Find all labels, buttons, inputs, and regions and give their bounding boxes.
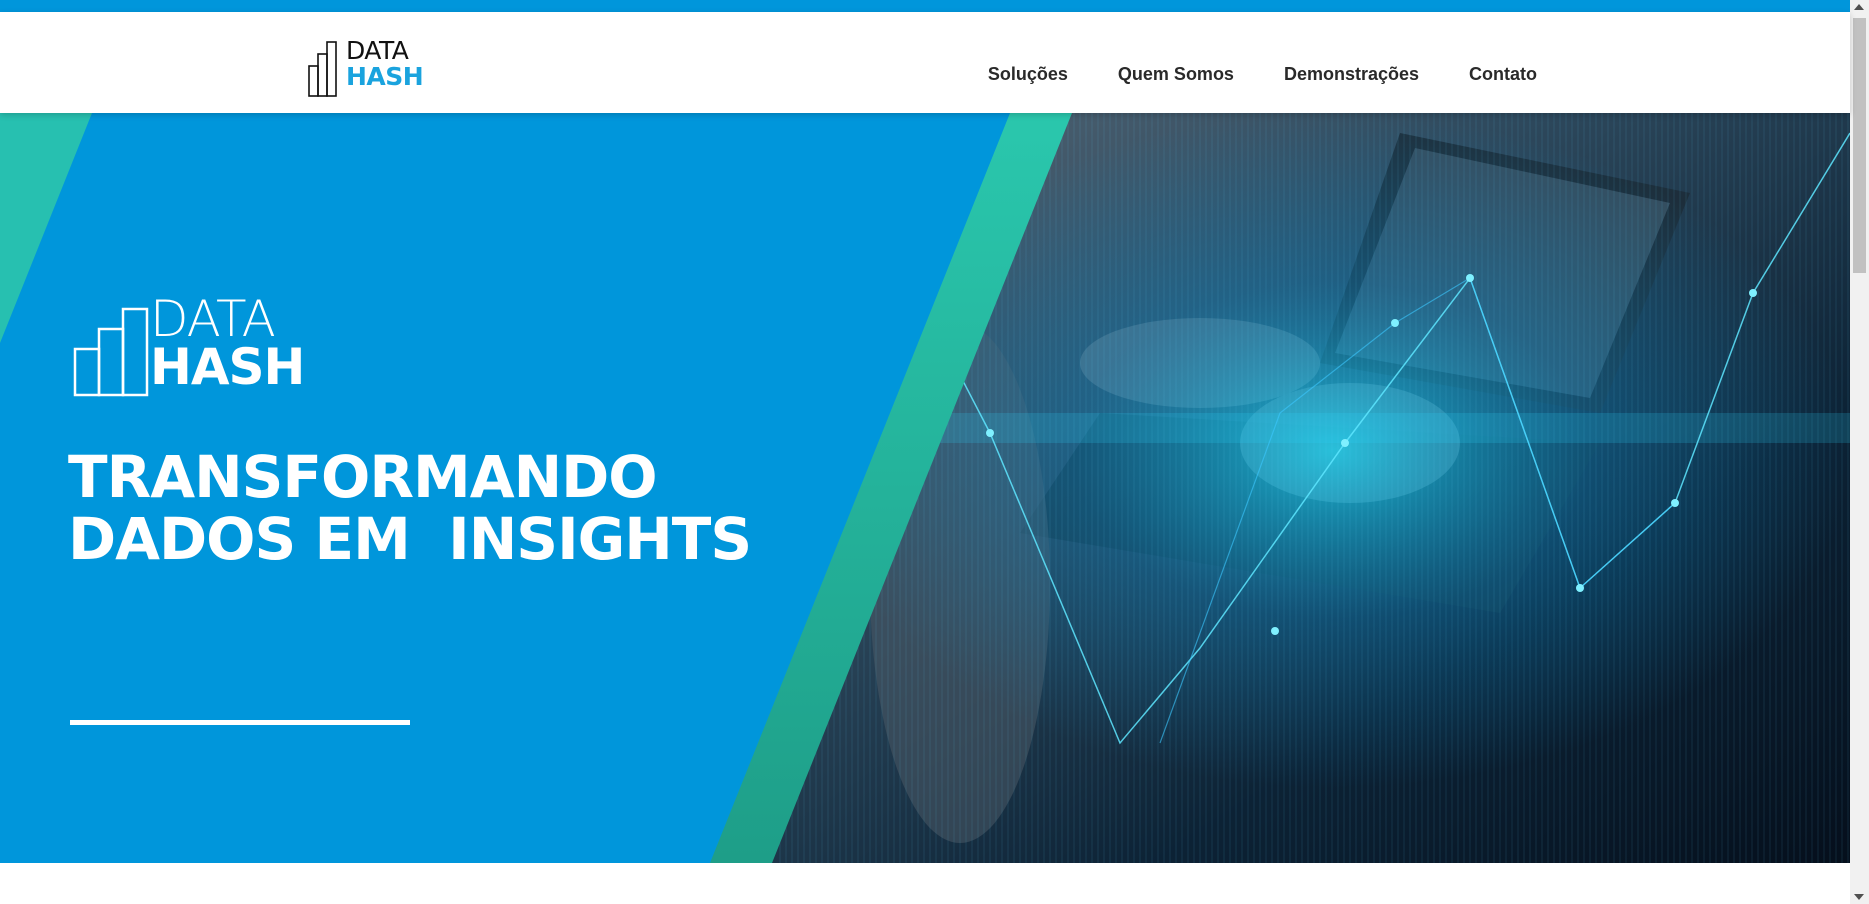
nav-link-demonstracoes[interactable]: Demonstrações [1284, 64, 1419, 85]
bar-chart-logo-icon-white [73, 307, 149, 397]
headline-underline [70, 720, 410, 725]
hero-banner: DATA HASH TRANSFORMANDO DADOS EM INSIGHT… [0, 113, 1850, 863]
scroll-up-arrow-icon[interactable] [1854, 4, 1864, 10]
logo-word-hash: HASH [346, 62, 424, 91]
headline-line-2: DADOS EM INSIGHTS [68, 505, 752, 573]
headline-line-1: TRANSFORMANDO [68, 443, 658, 511]
page-scrollbar[interactable] [1850, 0, 1869, 904]
hero-logo: DATA HASH [72, 291, 312, 399]
scroll-thumb[interactable] [1853, 18, 1866, 273]
site-header: DATA HASH Soluções Quem Somos Demonstraç… [0, 12, 1850, 113]
nav-link-quem-somos[interactable]: Quem Somos [1118, 64, 1234, 85]
nav-link-contato[interactable]: Contato [1469, 64, 1537, 85]
header-logo[interactable]: DATA HASH [308, 36, 426, 98]
main-nav: Soluções Quem Somos Demonstrações Contat… [938, 64, 1537, 85]
scroll-down-arrow-icon[interactable] [1854, 894, 1864, 900]
hero-headline: TRANSFORMANDO DADOS EM INSIGHTS [68, 443, 752, 573]
hero-logo-word-hash: HASH [150, 338, 305, 396]
nav-link-solucoes[interactable]: Soluções [988, 64, 1068, 85]
top-accent-bar [0, 0, 1850, 12]
